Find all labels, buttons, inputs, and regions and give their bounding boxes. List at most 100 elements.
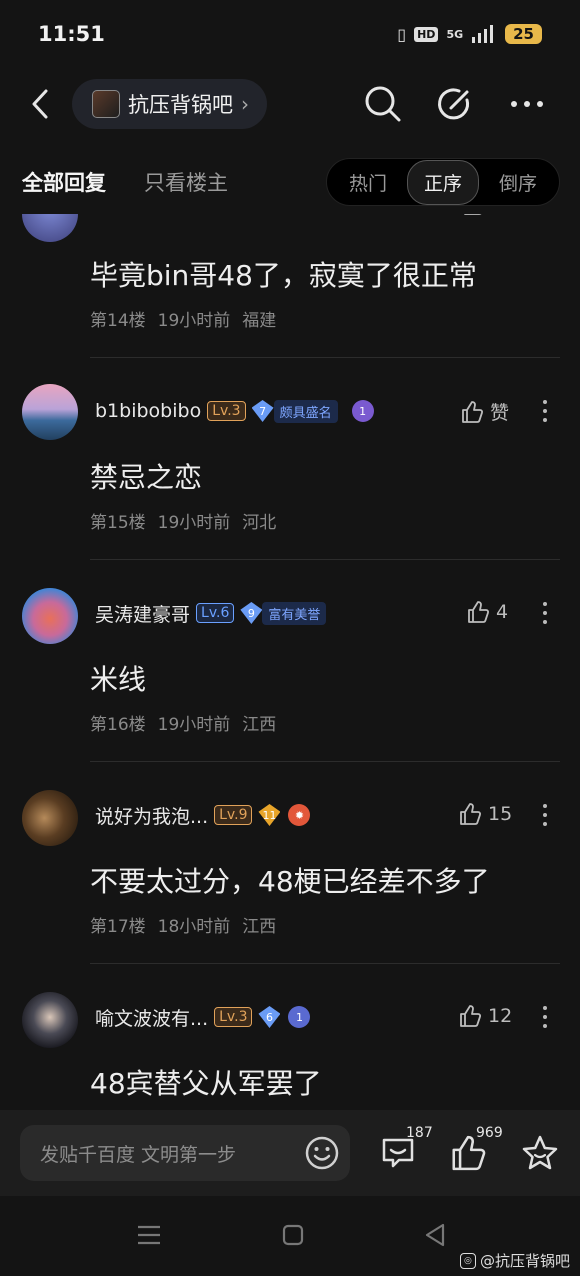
like-button[interactable]: 15 [458,802,512,826]
forum-pill-button[interactable]: 抗压背锅吧 › [72,79,267,129]
gem-icon: 9 [240,602,263,624]
floor-number: 第16楼 [90,715,146,735]
battery-indicator: 25 [505,24,542,44]
like-label: 赞 [490,402,510,424]
comment-floor-17: 说好为我泡... Lv.9 11 ✹ 15 不要太过分，48梗已经差不多了 第1… [0,762,580,964]
user-line: 吴涛建豪哥 Lv.6 9 富有美誉 [95,598,327,628]
post-time: 18小时前 [157,917,231,937]
avatar[interactable] [22,384,78,440]
search-button[interactable] [364,85,402,123]
more-options-button[interactable] [538,1002,552,1032]
post-location: 江西 [242,917,277,937]
gem-icon: 6 [258,1006,281,1028]
thumbs-up-icon [460,1005,482,1027]
hd-badge: HD [414,26,439,42]
like-count: 15 [488,803,513,825]
back-button[interactable] [20,84,60,124]
username[interactable]: 喻文波波有... [95,1004,208,1031]
avatar[interactable] [22,790,78,846]
rank-badge-icon: 1 [288,1006,311,1028]
honor-badge: 颇具盛名 [273,399,338,423]
comment-meta: 第17楼 18小时前 江西 [90,912,276,937]
post-time: 19小时前 [157,715,231,735]
sort-descending[interactable]: 倒序 [483,161,553,204]
bottom-action-bar: 发贴千百度 文明第一步 187 969 [0,1110,580,1196]
more-icon [511,101,543,107]
comment-floor-18: 喻文波波有... Lv.3 6 1 12 48宾替父从军罢了 [0,964,580,1110]
like-button[interactable]: 赞 [460,398,509,425]
rank-badge-icon: 1 [351,400,374,422]
username[interactable]: 吴涛建豪哥 [95,600,190,627]
like-count: 22 [492,214,516,215]
sort-hot[interactable]: 热门 [333,161,403,204]
back-icon [32,89,48,119]
like-button[interactable]: 12 [458,1004,512,1028]
sort-ascending[interactable]: 正序 [406,159,479,205]
comment-floor-14: 22 毕竟bin哥48了，寂寞了很正常 第14楼 19小时前 福建 [0,214,580,358]
avatar[interactable] [22,992,78,1048]
gem-icon: 11 [258,804,281,826]
user-line: 说好为我泡... Lv.9 11 ✹ [95,800,311,830]
compose-input[interactable]: 发贴千百度 文明第一步 [20,1125,350,1181]
user-line: b1bibobibo Lv.3 7 颇具盛名 1 [95,396,374,426]
comment-floor-15: b1bibobibo Lv.3 7 颇具盛名 1 赞 禁忌之恋 第15楼 19小… [0,358,580,560]
status-icons: ▯ HD 5G 25 [397,24,542,44]
username[interactable]: 说好为我泡... [95,802,208,829]
floor-number: 第15楼 [90,513,146,533]
post-time: 19小时前 [157,513,231,533]
like-button[interactable]: 4 [466,600,508,624]
watermark-logo-icon: ◎ [459,1252,476,1269]
like-count: 969 [476,1125,503,1141]
tab-owner-only[interactable]: 只看楼主 [144,167,228,197]
edit-button[interactable] [436,85,474,123]
thread-like-button[interactable]: 969 [446,1125,503,1175]
thumbs-up-icon [464,214,482,215]
level-badge: Lv.9 [214,805,253,825]
avatar[interactable] [22,214,78,242]
more-options-button[interactable] [538,598,552,628]
chevron-right-icon: › [241,92,249,116]
comment-count: 187 [406,1125,433,1141]
comment-meta: 第16楼 19小时前 江西 [90,710,276,735]
home-square-icon [282,1224,304,1246]
comment-floor-16: 吴涛建豪哥 Lv.6 9 富有美誉 4 米线 第16楼 19小时前 江西 [0,560,580,762]
vibrate-icon: ▯ [397,24,407,44]
honor-badge: 富有美誉 [262,601,327,625]
home-button[interactable] [278,1220,308,1250]
more-button[interactable] [508,85,546,123]
network-label: 5G [446,27,464,41]
tab-all-replies[interactable]: 全部回复 [22,167,106,197]
post-location: 江西 [242,715,277,735]
more-options-button[interactable] [538,396,552,426]
system-back-button[interactable] [420,1220,450,1250]
emoji-icon [305,1136,339,1170]
sun-badge-icon: ✹ [288,804,311,826]
nav-icons [364,85,546,123]
avatar[interactable] [22,588,78,644]
back-triangle-icon [425,1223,445,1247]
floor-number: 第17楼 [90,917,146,937]
compose-placeholder: 发贴千百度 文明第一步 [40,1143,237,1166]
signal-icon [472,25,494,43]
favorite-button[interactable] [518,1131,562,1175]
edit-icon [438,88,470,120]
more-options-button[interactable] [538,800,552,830]
floor-number: 第14楼 [90,311,146,331]
status-bar: 11:51 ▯ HD 5G 25 [0,0,580,68]
comment-text: 米线 [90,663,147,696]
menu-icon [138,1225,160,1245]
comment-text: 48宾替父从军罢了 [90,1067,322,1100]
watermark: ◎ @抗压背锅吧 [459,1250,570,1271]
recent-apps-button[interactable] [134,1220,164,1250]
emoji-button[interactable] [302,1133,342,1173]
top-nav: 抗压背锅吧 › [0,68,580,140]
level-badge: Lv.6 [196,603,235,623]
like-button[interactable]: 22 [462,214,516,216]
gem-icon: 7 [251,400,274,422]
post-time: 19小时前 [157,311,231,331]
forum-logo [92,90,120,118]
search-icon [365,86,401,122]
tabs-row: 全部回复 只看楼主 热门 正序 倒序 [0,150,580,214]
comment-count-button[interactable]: 187 [376,1125,433,1175]
username[interactable]: b1bibobibo [95,400,201,422]
